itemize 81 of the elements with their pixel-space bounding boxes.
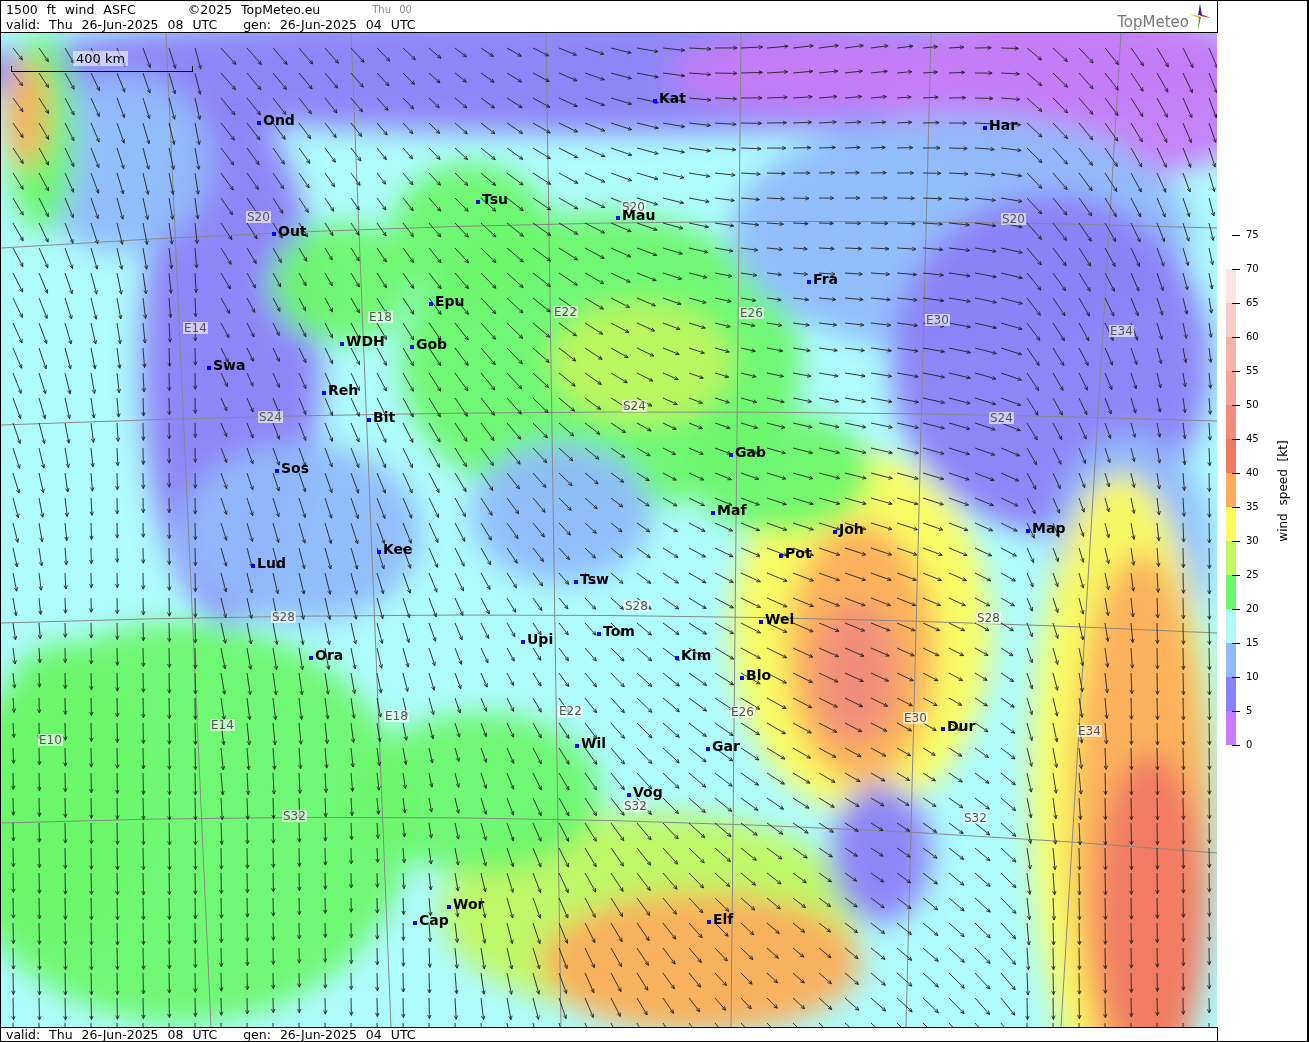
city-label: Bit	[373, 410, 396, 424]
run-label: Thu 00	[372, 3, 412, 17]
valid-time: valid: Thu 26-Jun-2025 08 UTC	[6, 17, 218, 32]
city-label: Wor	[453, 897, 485, 911]
grid-label: E30	[925, 314, 950, 326]
grid-label: S28	[976, 612, 1001, 624]
grid-label: S20	[1001, 213, 1026, 225]
city-label: Map	[1032, 521, 1066, 535]
grid-label: E14	[210, 719, 235, 731]
city-label: Vog	[633, 785, 663, 799]
grid-label: E26	[739, 307, 764, 319]
grid-label: E14	[183, 322, 208, 334]
grid-label: E18	[368, 311, 393, 323]
grid-label: E10	[38, 734, 63, 746]
grid-label: E30	[903, 712, 928, 724]
city-label: Sos	[281, 461, 310, 475]
legend-tick-label: 20	[1246, 604, 1259, 614]
city-label: Wel	[765, 612, 795, 626]
city-label: Upi	[527, 632, 554, 646]
legend-tick-label: 60	[1246, 332, 1259, 342]
legend-title: wind speed [kt]	[1275, 440, 1291, 542]
city-label: Maf	[717, 503, 747, 517]
legend-tick-label: 5	[1246, 706, 1253, 716]
city-label: Gab	[735, 445, 766, 459]
grid-label: E18	[384, 710, 409, 722]
grid-label: S20	[246, 211, 271, 223]
generated-time: gen: 26-Jun-2025 04 UTC	[243, 17, 416, 32]
grid-label: E22	[553, 306, 578, 318]
legend-tick-label: 10	[1246, 672, 1259, 682]
city-label: Joh	[839, 522, 864, 536]
city-label: Fra	[813, 272, 839, 286]
copyright-text: ©2025 TopMeteo.eu	[187, 2, 321, 17]
grid-label: E34	[1077, 725, 1102, 737]
city-label: Kee	[383, 542, 413, 556]
city-label: Tom	[603, 624, 635, 638]
grid-label: E22	[558, 705, 583, 717]
city-label: Ora	[315, 648, 344, 662]
legend-tick-label: 50	[1246, 400, 1259, 410]
legend-tick-label: 75	[1246, 230, 1259, 240]
city-label: Tsu	[482, 192, 508, 206]
grid-label: S32	[623, 800, 648, 812]
city-label: Lud	[257, 556, 286, 570]
grid-label: S32	[282, 810, 307, 822]
city-label: Elf	[713, 912, 734, 926]
city-label: Cap	[419, 913, 449, 927]
legend-tick-label: 15	[1246, 638, 1259, 648]
city-label: WDH	[346, 334, 385, 348]
grid-label: S28	[624, 600, 649, 612]
city-label: Epu	[435, 294, 465, 308]
legend-tick-label: 65	[1246, 298, 1259, 308]
legend-tick-label: 45	[1246, 434, 1259, 444]
grid-label: E34	[1109, 325, 1134, 337]
city-label: Gob	[416, 337, 448, 351]
city-label: Pot	[785, 546, 812, 560]
city-label: Out	[278, 224, 307, 238]
city-label: Kat	[659, 91, 686, 105]
city-label: Ond	[263, 113, 295, 127]
city-label: Swa	[213, 358, 246, 372]
grid-label: S24	[622, 400, 647, 412]
scale-label: 400 km	[73, 51, 129, 66]
compass-star-icon	[1189, 4, 1211, 30]
map-title: 1500 ft wind ASFC	[6, 2, 136, 17]
legend-tick-label: 55	[1246, 366, 1259, 376]
legend-tick-label: 30	[1246, 536, 1259, 546]
grid-label: S24	[989, 412, 1014, 424]
valid-time: valid: Thu 26-Jun-2025 08 UTC	[6, 1027, 218, 1042]
city-label: Blo	[746, 668, 772, 682]
legend-tick-label: 70	[1246, 264, 1259, 274]
city-label: Wil	[581, 736, 607, 750]
grid-label: E26	[730, 706, 755, 718]
city-label: Gar	[712, 739, 740, 753]
grid-label: S32	[963, 812, 988, 824]
legend-tick-label: 25	[1246, 570, 1259, 580]
legend-tick-label: 40	[1246, 468, 1259, 478]
grid-label: S24	[258, 411, 283, 423]
legend-tick-label: 35	[1246, 502, 1259, 512]
logo-text: TopMeteo	[1117, 15, 1189, 30]
city-label: Reh	[328, 383, 359, 397]
grid-label: S28	[271, 611, 296, 623]
legend-tick-label: 0	[1246, 740, 1253, 750]
city-label: Har	[989, 118, 1018, 132]
